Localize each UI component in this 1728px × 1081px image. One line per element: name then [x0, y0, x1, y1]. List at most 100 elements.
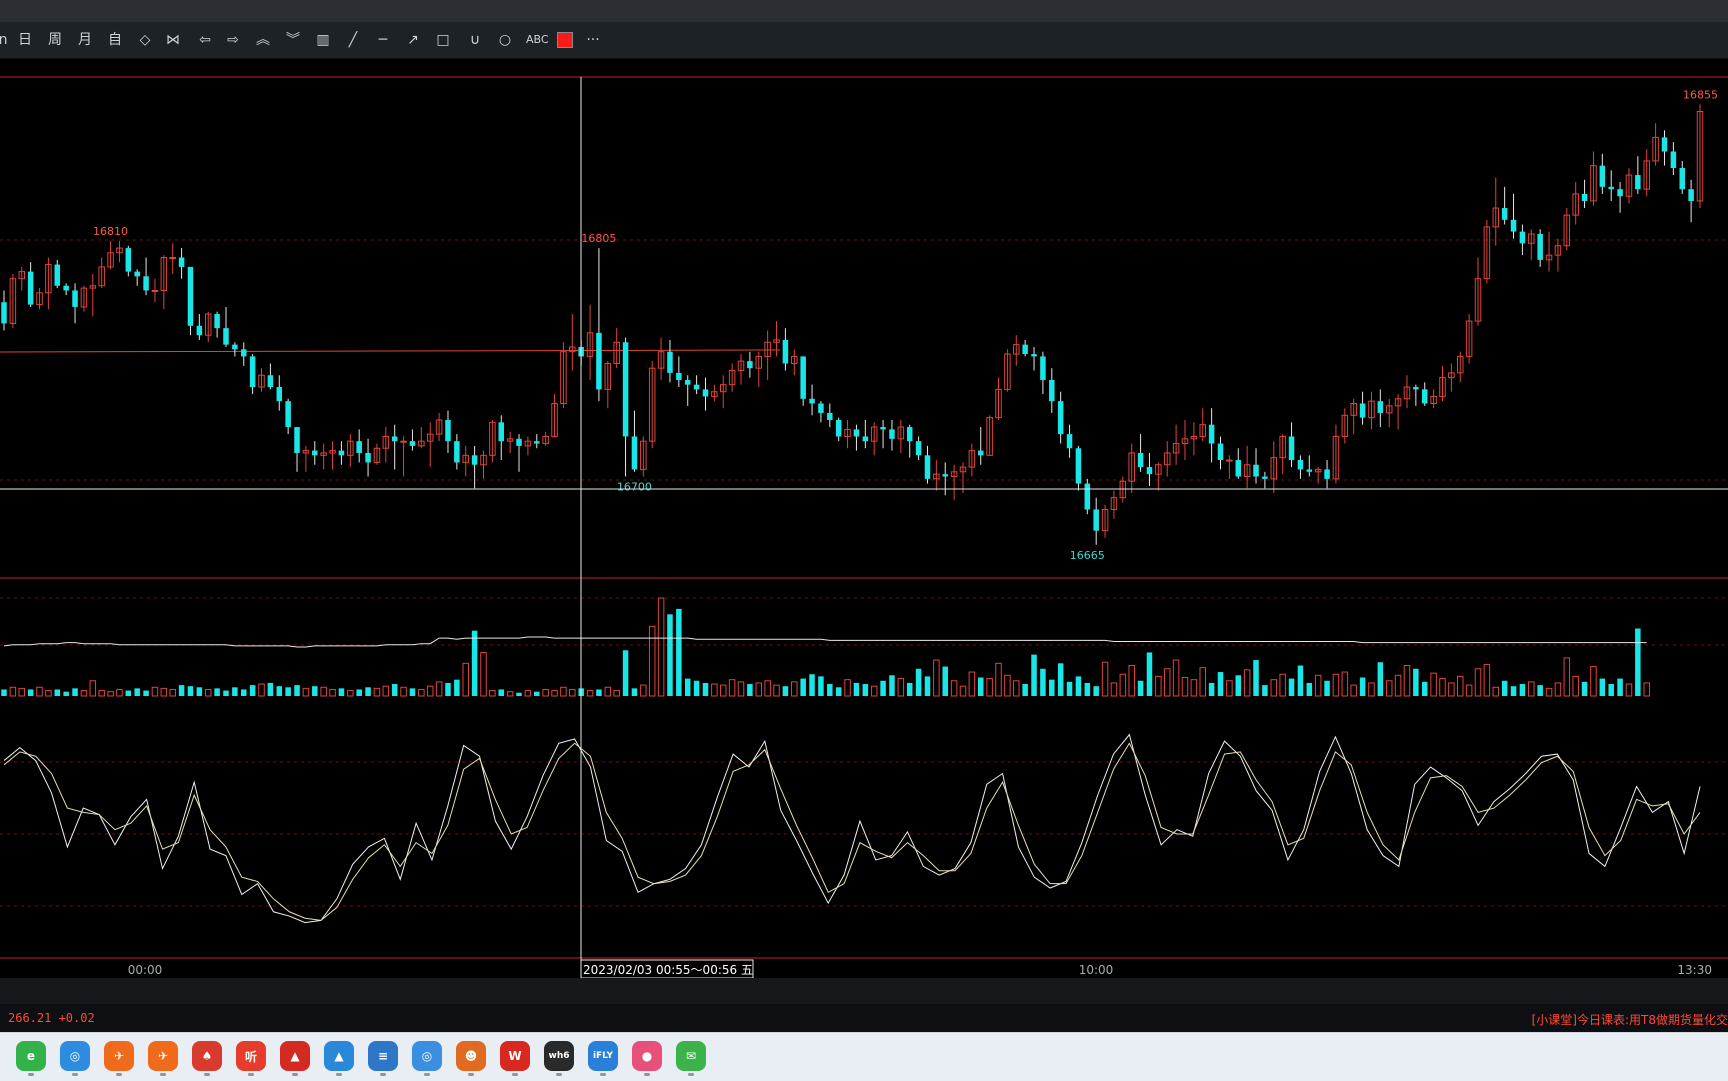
- volume-bar: [1031, 654, 1037, 696]
- running-indicator: [468, 1073, 474, 1076]
- candle-body: [1057, 401, 1064, 435]
- volume-bar: [1572, 675, 1579, 697]
- zoom-in-icon[interactable]: ◇: [136, 28, 154, 52]
- volume-bar: [569, 688, 576, 697]
- candle-body: [978, 450, 984, 456]
- app-listen-icon[interactable]: 听: [236, 1041, 266, 1076]
- volume-bar: [1199, 667, 1206, 697]
- color-swatch[interactable]: [557, 32, 573, 48]
- app-notepad-icon[interactable]: ≡: [368, 1041, 398, 1076]
- volume-bar: [1421, 681, 1428, 696]
- candle-body: [294, 427, 300, 453]
- candle-body: [800, 356, 806, 399]
- candle-body: [54, 264, 61, 286]
- chart-toolbar: n 日周月自 ◇ ⋈ ⇦ ⇨ ︽ ︾ ▥ ╱ ─ ↗ □ ∪ ○ ABC ···: [0, 22, 1728, 59]
- news-ticker[interactable]: [小课堂]今日课表:用T8做期货量化交: [1532, 1011, 1728, 1028]
- candle-body: [747, 361, 753, 369]
- arc-icon[interactable]: ∪: [466, 28, 484, 52]
- app-game-icon[interactable]: ☻: [456, 1041, 486, 1076]
- app-cards-icon[interactable]: ♠: [192, 1041, 222, 1076]
- candle-body: [1324, 469, 1330, 479]
- app-camera-icon[interactable]: ●: [632, 1041, 662, 1076]
- app-paper-plane-1-icon[interactable]: ✈: [104, 1041, 134, 1076]
- volume-bar: [294, 685, 300, 696]
- app-chart-icon[interactable]: ▲: [324, 1041, 354, 1076]
- app-wps-icon[interactable]: W: [500, 1041, 530, 1076]
- volume-bar: [1057, 663, 1064, 696]
- volume-bars: [1, 597, 1650, 697]
- app-paper-plane-2-icon[interactable]: ✈: [148, 1041, 178, 1076]
- draw-line-icon[interactable]: ╱: [344, 28, 362, 52]
- period-daily-button[interactable]: 日: [16, 28, 34, 52]
- volume-bar: [1155, 675, 1162, 697]
- volume-bar: [125, 690, 132, 696]
- page-up-icon[interactable]: ︽: [254, 28, 272, 52]
- zoom-out-icon[interactable]: ⋈: [164, 28, 182, 52]
- volume-bar: [995, 662, 1002, 697]
- horizontal-line-icon[interactable]: ─: [374, 28, 392, 52]
- app-browser-icon[interactable]: ◎: [60, 1041, 90, 1076]
- app-wh6-icon[interactable]: wh6: [544, 1041, 574, 1076]
- ray-icon[interactable]: ↗: [404, 28, 422, 52]
- volume-bar: [267, 682, 274, 696]
- volume-bar: [1101, 661, 1109, 697]
- volume-bar: [1643, 682, 1650, 697]
- app-browser-2-icon[interactable]: ◎: [412, 1041, 442, 1076]
- volume-bar: [1297, 665, 1304, 696]
- volume-bar: [454, 679, 460, 696]
- page-down-icon[interactable]: ︾: [284, 28, 302, 52]
- period-custom-period-button[interactable]: 自: [106, 28, 124, 52]
- high-label-right: 16855: [1683, 88, 1718, 101]
- candle-body: [818, 403, 824, 413]
- x-tick-label: 10:00: [1079, 963, 1114, 977]
- app-stock-icon[interactable]: ▲: [280, 1041, 310, 1076]
- period-monthly-button[interactable]: 月: [76, 28, 94, 52]
- period-weekly-button[interactable]: 周: [46, 28, 64, 52]
- volume-bar: [711, 683, 718, 697]
- volume-bar: [1022, 684, 1028, 696]
- ellipse-icon[interactable]: ○: [496, 28, 514, 52]
- volume-bar: [258, 683, 265, 697]
- volume-bar: [870, 685, 878, 697]
- scroll-right-icon[interactable]: ⇨: [224, 28, 242, 52]
- volume-bar: [1262, 685, 1268, 696]
- volume-bar: [98, 690, 105, 697]
- volume-bar: [506, 691, 514, 697]
- candles-group: [1, 104, 1704, 545]
- volume-bar: [1013, 680, 1020, 697]
- volume-bar: [596, 689, 602, 696]
- color-swatch-icon[interactable]: [556, 28, 574, 52]
- volume-bar: [445, 682, 451, 696]
- app-wechat-icon[interactable]: ✉: [676, 1041, 706, 1076]
- volume-bar: [1413, 668, 1419, 696]
- more-icon[interactable]: ···: [584, 28, 602, 52]
- volume-bar: [604, 686, 612, 697]
- candle-body: [151, 289, 159, 292]
- text-tool-icon[interactable]: ABC: [526, 28, 549, 52]
- app-green-icon[interactable]: e: [16, 1041, 46, 1076]
- app-ifly-icon[interactable]: iFLY: [588, 1041, 618, 1076]
- volume-bar: [151, 686, 159, 697]
- volume-bar: [862, 684, 869, 696]
- volume-bar: [818, 676, 824, 696]
- chart-scroll-strip[interactable]: [0, 978, 1728, 1004]
- volume-bar: [1501, 680, 1508, 696]
- running-indicator: [248, 1073, 254, 1076]
- period-period-n-button[interactable]: n: [0, 28, 12, 52]
- candle-body: [915, 441, 922, 456]
- x-tick-label: 00:00: [128, 963, 163, 977]
- volume-bar: [1314, 674, 1322, 697]
- volume-bar: [1519, 684, 1526, 696]
- scroll-left-icon[interactable]: ⇦: [196, 28, 214, 52]
- volume-bar: [1430, 672, 1437, 697]
- layout-icon[interactable]: ▥: [314, 28, 332, 52]
- volume-bar: [1492, 686, 1500, 697]
- volume-bar: [471, 630, 478, 696]
- candle-body: [1093, 509, 1099, 531]
- volume-bar: [214, 688, 220, 696]
- volume-bar: [107, 691, 114, 697]
- candle-body: [889, 429, 895, 439]
- chart-area[interactable]: 16810 16805 16700 16665 16855 00:00 10:00 13:30…: [0, 58, 1728, 978]
- running-indicator: [556, 1073, 562, 1076]
- rectangle-icon[interactable]: □: [434, 28, 452, 52]
